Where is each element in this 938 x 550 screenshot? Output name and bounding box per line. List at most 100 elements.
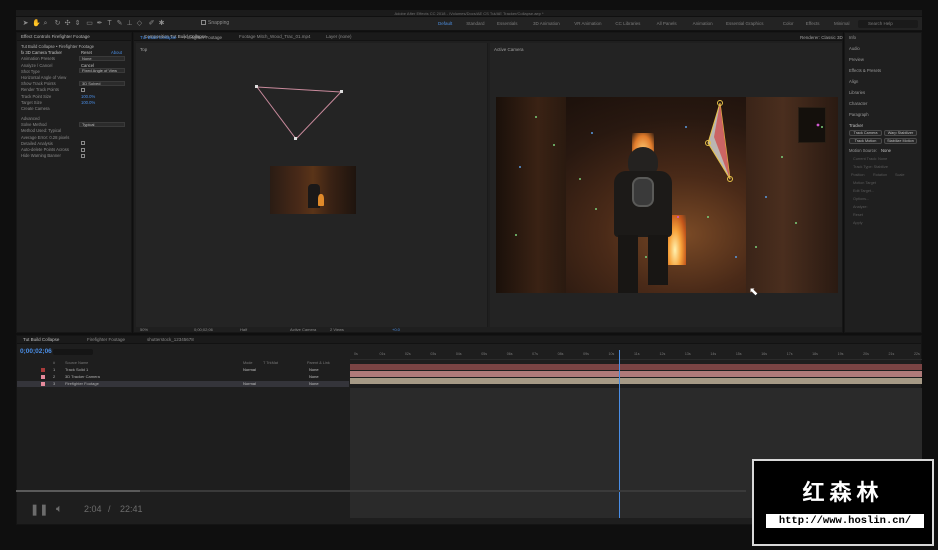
effect-value-6[interactable]: 3D Solved — [79, 80, 125, 86]
layer-bar-3[interactable] — [350, 378, 922, 384]
motion-source-dropdown[interactable]: None — [881, 148, 891, 153]
layer-parent-dropdown[interactable]: None — [309, 374, 319, 379]
layer-label-color[interactable] — [41, 382, 45, 386]
active-camera-view[interactable]: Active Camera Renderer: Classic 3D ⬉ — [490, 35, 843, 327]
layer-label-color[interactable] — [41, 368, 45, 372]
footage-thumbnail-top[interactable] — [270, 166, 356, 214]
layer-name[interactable]: 3D Tracker Camera — [65, 374, 100, 379]
panel-paragraph[interactable]: Paragraph — [849, 112, 869, 117]
effect-row-1[interactable]: fx 3D Camera Tracker — [21, 50, 62, 56]
dolly-tool-icon[interactable]: ⇕ — [74, 20, 81, 27]
effect-value-1[interactable]: Reset — [81, 50, 92, 55]
pen-tool-icon[interactable]: ✒ — [96, 20, 103, 27]
pan-tool-icon[interactable]: ✣ — [64, 20, 71, 27]
zoom-tool-icon[interactable]: ⌕ — [42, 20, 49, 27]
camera-wireframe[interactable] — [255, 85, 343, 140]
panel-audio[interactable]: Audio — [849, 46, 860, 51]
tab-footage[interactable]: Footage Mitch_Wood_Trac_01.mp4 — [239, 34, 311, 39]
panel-preview[interactable]: Preview — [849, 57, 864, 62]
tab-timeline-firefighter[interactable]: Firefighter Footage — [87, 337, 125, 342]
effect-checkbox-15[interactable] — [81, 141, 85, 146]
panel-align[interactable]: Align — [849, 79, 858, 84]
button-track-camera[interactable]: Track Camera — [849, 130, 882, 136]
views-dropdown[interactable]: 2 Views — [330, 327, 344, 332]
effect-value-9[interactable]: 100.0% — [81, 100, 95, 105]
panel-effects-presets[interactable]: Effects & Presets — [849, 68, 881, 73]
volume-icon[interactable]: 🔈︎ — [56, 503, 63, 516]
tab-layer[interactable]: Layer (none) — [326, 34, 352, 39]
footage-frame-camera-view[interactable]: ⬉ — [496, 97, 838, 298]
tab-timeline-shutterstock[interactable]: shutterstock_12345678 — [147, 337, 194, 342]
time-ruler[interactable]: 0s 01s 02s 03s 04s 05s 06s 07s 08s 09s 10s 11s 12s 13… — [350, 350, 922, 360]
layer-name[interactable]: Track Solid 1 — [65, 367, 88, 372]
roto-brush-tool-icon[interactable]: ✐ — [148, 20, 155, 27]
pause-icon[interactable]: ❚❚ — [30, 503, 48, 516]
effect-value-2[interactable]: None — [79, 55, 125, 61]
workspace-standard[interactable]: Standard — [466, 21, 484, 26]
timecode-display[interactable]: 0;00;02;06 — [194, 327, 213, 332]
effect-checkbox-16[interactable] — [81, 147, 85, 152]
rectangle-tool-icon[interactable]: ▭ — [86, 20, 93, 27]
workspace-all-panels[interactable]: All Panels — [657, 21, 677, 26]
workspace-essentials[interactable]: Essentials — [497, 21, 518, 26]
button-track-motion[interactable]: Track Motion — [849, 138, 882, 144]
effect-value-8[interactable]: 100.0% — [81, 94, 95, 99]
renderer-value[interactable]: Classic 3D — [821, 35, 843, 40]
workspace-minimal[interactable]: Minimal — [834, 21, 850, 26]
selection-tool-icon[interactable]: ➤ — [22, 20, 29, 27]
workspace-color[interactable]: Color — [783, 21, 794, 26]
layer-bar-1[interactable] — [350, 364, 922, 370]
layer-name[interactable]: Firefighter Footage — [65, 381, 99, 386]
effect-value-3[interactable]: Cancel — [81, 63, 94, 68]
top-view[interactable]: Tut Build Collapse Firefighter Footage T… — [136, 35, 488, 327]
type-tool-icon[interactable]: T — [106, 20, 113, 27]
effect-about-link[interactable]: About — [111, 50, 122, 55]
hand-tool-icon[interactable]: ✋ — [32, 20, 41, 27]
clone-stamp-tool-icon[interactable]: ⊥ — [126, 20, 133, 27]
timeline-layer-row[interactable]: 1 Track Solid 1 Normal None — [17, 367, 349, 373]
panel-info[interactable]: Info — [849, 35, 856, 40]
eraser-tool-icon[interactable]: ◇ — [136, 20, 143, 27]
workspace-essential-graphics[interactable]: Essential Graphics — [726, 21, 764, 26]
effect-checkbox-7[interactable] — [81, 87, 85, 92]
subtab-tut-build-collapse[interactable]: Tut Build Collapse — [140, 35, 176, 40]
workspace-effects[interactable]: Effects — [806, 21, 820, 26]
workspace-3d-animation[interactable]: 3D Animation — [533, 21, 560, 26]
layer-mode-dropdown[interactable]: Normal — [243, 367, 256, 372]
camera-dropdown[interactable]: Active Camera — [290, 327, 316, 332]
layer-bar-2[interactable] — [350, 371, 922, 377]
layer-parent-dropdown[interactable]: None — [309, 367, 319, 372]
panel-libraries[interactable]: Libraries — [849, 90, 865, 95]
button-warp-stabilizer[interactable]: Warp Stabilizer — [884, 130, 917, 136]
zoom-dropdown[interactable]: 50% — [140, 327, 148, 332]
tab-effect-controls[interactable]: Effect Controls Firefighter Footage — [21, 34, 90, 39]
brush-tool-icon[interactable]: ✎ — [116, 20, 123, 27]
snapping-toggle[interactable]: Snapping — [201, 20, 229, 26]
timeline-layer-row[interactable]: 2 3D Tracker Camera None — [17, 374, 349, 380]
workspace-animation[interactable]: Animation — [693, 21, 713, 26]
layer-mode-dropdown[interactable]: Normal — [243, 381, 256, 386]
workspace-vr-animation[interactable]: VR Animation — [574, 21, 601, 26]
panel-tracker[interactable]: Tracker — [849, 123, 863, 128]
timeline-layer-row[interactable]: 3 Firefighter Footage Normal None — [17, 381, 349, 387]
workspace-cc-libraries[interactable]: CC Libraries — [615, 21, 640, 26]
effect-checkbox-17[interactable] — [81, 153, 85, 158]
search-help-field[interactable]: Search Help — [858, 20, 918, 28]
panel-character[interactable]: Character — [849, 101, 867, 106]
resolution-dropdown[interactable]: Half — [240, 327, 247, 332]
track-points-overlay[interactable] — [496, 97, 838, 293]
snapping-checkbox[interactable] — [201, 20, 206, 26]
current-time-display[interactable]: 0;00;02;06 — [20, 348, 52, 355]
tab-timeline-tut-build[interactable]: Tut Build Collapse — [23, 337, 59, 342]
orbit-tool-icon[interactable]: ↻ — [54, 20, 61, 27]
workspace-default[interactable]: Default — [438, 21, 452, 26]
subtab-firefighter-footage[interactable]: Firefighter Footage — [184, 35, 222, 40]
layer-label-color[interactable] — [41, 375, 45, 379]
effect-value-4[interactable]: Fixed Angle of View — [79, 68, 125, 74]
layer-parent-dropdown[interactable]: None — [309, 381, 319, 386]
timeline-search-input[interactable] — [53, 349, 93, 355]
effect-row-0[interactable]: Tut Build Collapse • Firefighter Footage — [21, 44, 94, 50]
button-stabilize-motion[interactable]: Stabilize Motion — [884, 138, 917, 144]
effect-value-12[interactable]: Typical — [79, 121, 125, 127]
puppet-tool-icon[interactable]: ✱ — [158, 20, 165, 27]
